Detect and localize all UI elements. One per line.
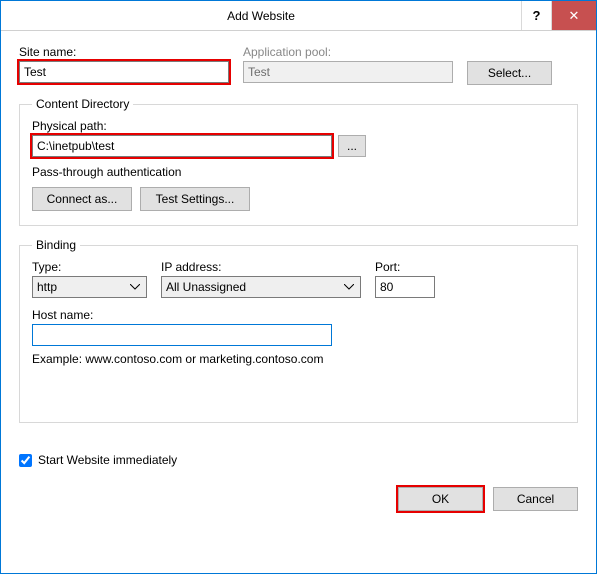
ip-label: IP address: <box>161 260 361 274</box>
port-label: Port: <box>375 260 435 274</box>
dialog-buttons: OK Cancel <box>1 477 596 525</box>
binding-legend: Binding <box>32 238 80 252</box>
help-button[interactable]: ? <box>521 1 551 30</box>
ok-button[interactable]: OK <box>398 487 483 511</box>
hostname-example: Example: www.contoso.com or marketing.co… <box>32 352 323 366</box>
type-label: Type: <box>32 260 147 274</box>
passthrough-label: Pass-through authentication <box>32 165 181 179</box>
hostname-input[interactable] <box>32 324 332 346</box>
content-directory-legend: Content Directory <box>32 97 133 111</box>
select-app-pool-button[interactable]: Select... <box>467 61 552 85</box>
port-input[interactable] <box>375 276 435 298</box>
dialog-content: Site name: Application pool: Select... C… <box>1 31 596 477</box>
window-controls: ? ✕ <box>521 1 596 30</box>
physical-path-label: Physical path: <box>32 119 565 133</box>
close-button[interactable]: ✕ <box>551 1 596 30</box>
hostname-label: Host name: <box>32 308 565 322</box>
app-pool-input <box>243 61 453 83</box>
binding-group: Binding Type: http IP address: All Unass… <box>19 238 578 423</box>
site-name-input[interactable] <box>19 61 229 83</box>
titlebar: Add Website ? ✕ <box>1 1 596 31</box>
browse-path-button[interactable]: ... <box>338 135 366 157</box>
start-immediately-checkbox[interactable] <box>19 454 32 467</box>
app-pool-label: Application pool: <box>243 45 453 59</box>
cancel-button[interactable]: Cancel <box>493 487 578 511</box>
ip-select[interactable]: All Unassigned <box>161 276 361 298</box>
start-immediately-label: Start Website immediately <box>38 453 177 467</box>
site-name-label: Site name: <box>19 45 229 59</box>
connect-as-button[interactable]: Connect as... <box>32 187 132 211</box>
window-title: Add Website <box>1 9 521 23</box>
test-settings-button[interactable]: Test Settings... <box>140 187 250 211</box>
content-directory-group: Content Directory Physical path: ... Pas… <box>19 97 578 226</box>
type-select[interactable]: http <box>32 276 147 298</box>
physical-path-input[interactable] <box>32 135 332 157</box>
